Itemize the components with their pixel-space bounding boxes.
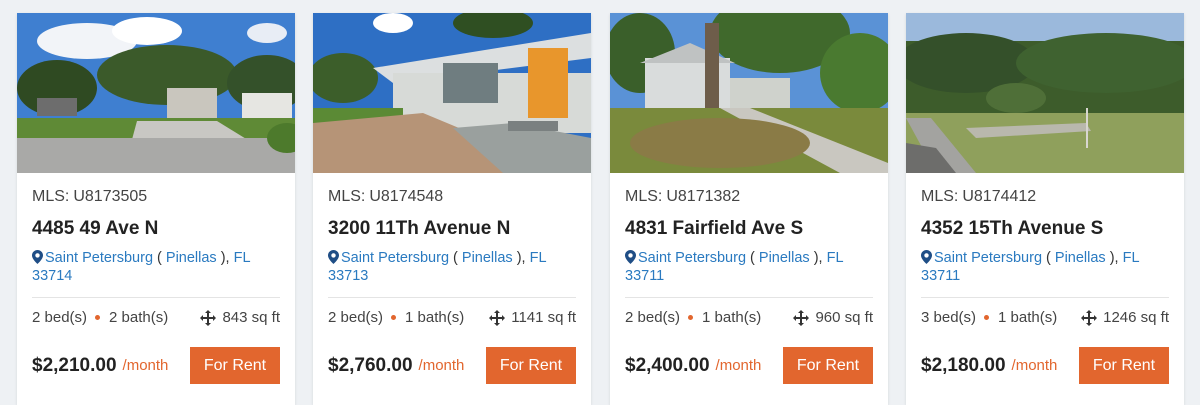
separator-dot [391,315,397,320]
listing-address[interactable]: 4485 49 Ave N [32,218,280,240]
state-link[interactable]: FL [827,250,844,266]
square-footage: 1141 sq ft [489,309,576,326]
separator-dot [984,315,990,320]
zip-link[interactable]: 33711 [625,268,664,284]
move-arrows-icon [1081,309,1098,326]
square-footage: 843 sq ft [200,309,280,326]
listing-card[interactable]: MLS: U8171382 4831 Fairfield Ave S Saint … [610,13,888,405]
price-period: /month [715,357,762,374]
price-period: /month [122,357,169,374]
price-period: /month [1011,357,1058,374]
beds: 3 bed(s) [921,309,977,326]
move-arrows-icon [489,309,506,326]
county-link[interactable]: Pinellas [462,250,513,266]
map-pin-icon [32,250,43,264]
listing-photo[interactable] [313,13,591,173]
square-footage: 960 sq ft [793,309,873,326]
listing-location: Saint Petersburg ( Pinellas ), FL 33714 [32,250,251,284]
price-row: $2,210.00 /month For Rent [32,347,280,384]
listing-location: Saint Petersburg ( Pinellas ), FL 33711 [625,250,844,284]
for-rent-button[interactable]: For Rent [486,347,576,384]
listing-photo[interactable] [17,13,295,173]
price: $2,180.00 [921,354,1006,376]
state-link[interactable]: FL [234,250,251,266]
listing-card[interactable]: MLS: U8174412 4352 15Th Avenue S Saint Pe… [906,13,1184,405]
beds: 2 bed(s) [625,309,681,326]
zip-link[interactable]: 33714 [32,268,72,284]
mls-label: MLS: [921,188,959,205]
listing-specs: 2 bed(s) 1 bath(s) 960 sq ft [625,298,873,337]
baths: 1 bath(s) [702,309,762,326]
sqft-value: 960 sq ft [815,309,873,326]
listing-location: Saint Petersburg ( Pinellas ), FL 33713 [328,250,547,284]
mls-number: MLS: U8174412 [921,187,1169,207]
listing-specs: 2 bed(s) 2 bath(s) 843 sq ft [32,298,280,337]
map-pin-icon [328,250,339,264]
city-link[interactable]: Saint Petersburg [341,250,449,266]
mls-number: MLS: U8173505 [32,187,280,207]
listing-specs: 2 bed(s) 1 bath(s) 1141 sq ft [328,298,576,337]
listing-photo[interactable] [906,13,1184,173]
price-period: /month [418,357,465,374]
sqft-value: 1141 sq ft [511,309,576,326]
price: $2,400.00 [625,354,710,376]
mls-value: U8174412 [962,188,1037,205]
county-link[interactable]: Pinellas [759,250,810,266]
sqft-value: 843 sq ft [222,309,280,326]
zip-link[interactable]: 33713 [328,268,368,284]
for-rent-button[interactable]: For Rent [783,347,873,384]
city-link[interactable]: Saint Petersburg [45,250,153,266]
separator-dot [95,315,101,320]
separator-dot [688,315,694,320]
baths: 1 bath(s) [405,309,465,326]
mls-label: MLS: [328,188,366,205]
mls-number: MLS: U8171382 [625,187,873,207]
listing-location: Saint Petersburg ( Pinellas ), FL 33711 [921,250,1140,284]
map-pin-icon [921,250,932,264]
sqft-value: 1246 sq ft [1103,309,1169,326]
price-row: $2,760.00 /month For Rent [328,347,576,384]
price: $2,210.00 [32,354,117,376]
listing-address[interactable]: 4831 Fairfield Ave S [625,218,873,240]
square-footage: 1246 sq ft [1081,309,1169,326]
listing-card[interactable]: MLS: U8173505 4485 49 Ave N Saint Petersb… [17,13,295,405]
mls-value: U8174548 [369,188,444,205]
listing-address[interactable]: 3200 11Th Avenue N [328,218,576,240]
price: $2,760.00 [328,354,413,376]
mls-value: U8171382 [666,188,741,205]
baths: 1 bath(s) [998,309,1058,326]
map-pin-icon [625,250,636,264]
mls-number: MLS: U8174548 [328,187,576,207]
listing-photo[interactable] [610,13,888,173]
listing-card[interactable]: MLS: U8174548 3200 11Th Avenue N Saint Pe… [313,13,591,405]
state-link[interactable]: FL [530,250,547,266]
county-link[interactable]: Pinellas [166,250,217,266]
for-rent-button[interactable]: For Rent [1079,347,1169,384]
price-row: $2,180.00 /month For Rent [921,347,1169,384]
price-row: $2,400.00 /month For Rent [625,347,873,384]
mls-value: U8173505 [73,188,148,205]
beds: 2 bed(s) [32,309,88,326]
county-link[interactable]: Pinellas [1055,250,1106,266]
for-rent-button[interactable]: For Rent [190,347,280,384]
zip-link[interactable]: 33711 [921,268,960,284]
mls-label: MLS: [625,188,663,205]
city-link[interactable]: Saint Petersburg [934,250,1042,266]
baths: 2 bath(s) [109,309,169,326]
listing-specs: 3 bed(s) 1 bath(s) 1246 sq ft [921,298,1169,337]
mls-label: MLS: [32,188,70,205]
move-arrows-icon [793,309,810,326]
state-link[interactable]: FL [1123,250,1140,266]
city-link[interactable]: Saint Petersburg [638,250,746,266]
beds: 2 bed(s) [328,309,384,326]
move-arrows-icon [200,309,217,326]
listing-address[interactable]: 4352 15Th Avenue S [921,218,1169,240]
